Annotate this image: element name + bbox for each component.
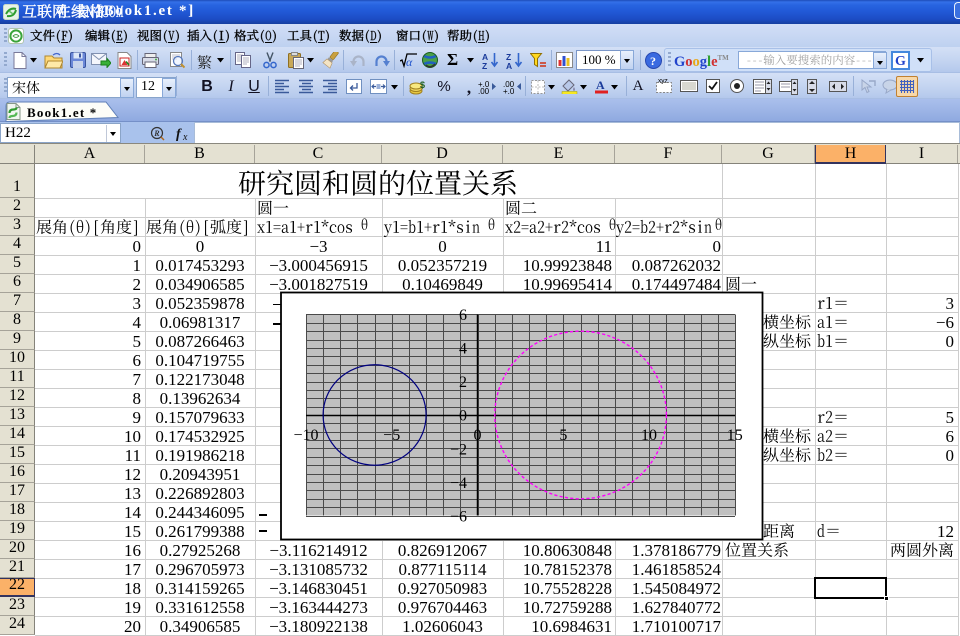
svg-text:α: α <box>406 55 413 68</box>
svg-text:f: f <box>176 127 182 142</box>
svg-text:Z: Z <box>482 61 487 69</box>
svg-text:$: $ <box>420 80 425 90</box>
svg-text:A: A <box>506 61 512 69</box>
svg-text:x: x <box>182 132 188 142</box>
svg-text:−4: −4 <box>450 475 467 492</box>
svg-text:−2: −2 <box>450 441 467 458</box>
svg-text:−6: −6 <box>450 508 467 525</box>
svg-text:2: 2 <box>459 374 467 391</box>
svg-text:0: 0 <box>474 427 482 444</box>
svg-text:xyz: xyz <box>658 79 668 85</box>
svg-text:5: 5 <box>559 427 567 444</box>
svg-text:+.0: +.0 <box>503 87 515 94</box>
svg-text:0: 0 <box>459 408 467 425</box>
svg-text:R: R <box>153 129 160 138</box>
svg-text:−5: −5 <box>383 427 400 444</box>
svg-text:A: A <box>596 78 605 92</box>
svg-text:15: 15 <box>727 427 743 444</box>
svg-text:−10: −10 <box>293 427 318 444</box>
svg-text:4: 4 <box>459 341 467 358</box>
svg-text:.00: .00 <box>478 87 490 94</box>
svg-text:10: 10 <box>641 427 657 444</box>
svg-text:?: ? <box>650 54 656 68</box>
svg-text:6: 6 <box>459 307 467 324</box>
